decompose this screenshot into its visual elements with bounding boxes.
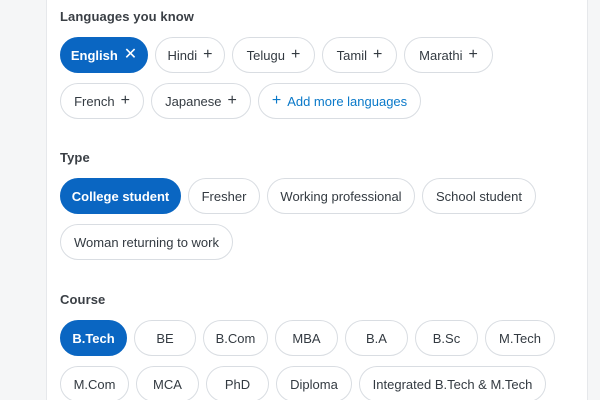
- type-chip-group: College student Fresher Working professi…: [60, 178, 580, 260]
- language-chip-hindi[interactable]: Hindi +: [155, 37, 225, 73]
- course-chip-mcom[interactable]: M.Com: [60, 366, 129, 400]
- course-chip-bsc[interactable]: B.Sc: [415, 320, 478, 356]
- type-title: Type: [60, 150, 90, 165]
- chip-label: MCA: [153, 376, 182, 392]
- course-chip-be[interactable]: BE: [134, 320, 196, 356]
- preferences-card: Languages you know English ✕ Hindi + Tel…: [46, 0, 588, 400]
- language-chip-marathi[interactable]: Marathi +: [404, 37, 493, 73]
- plus-icon: +: [203, 46, 213, 63]
- chip-label: Tamil: [336, 47, 367, 63]
- type-chip-woman-returning-to-work[interactable]: Woman returning to work: [60, 224, 233, 260]
- languages-chip-group: English ✕ Hindi + Telugu + Tamil + Marat…: [60, 37, 580, 119]
- plus-icon: +: [468, 46, 478, 63]
- add-more-languages-button[interactable]: + Add more languages: [258, 83, 421, 119]
- course-chip-phd[interactable]: PhD: [206, 366, 269, 400]
- plus-icon: +: [227, 92, 237, 109]
- type-chip-school-student[interactable]: School student: [422, 178, 536, 214]
- languages-title: Languages you know: [60, 9, 194, 24]
- type-chip-working-professional[interactable]: Working professional: [267, 178, 415, 214]
- chip-label: Marathi: [419, 47, 463, 63]
- chip-label: B.Tech: [72, 330, 115, 346]
- chip-label: English: [70, 47, 118, 63]
- chip-label: B.Com: [215, 330, 256, 346]
- type-section: Type College student Fresher Working pro…: [60, 150, 580, 260]
- course-chip-group: B.Tech BE B.Com MBA B.A B.Sc M.Tech M.Co…: [60, 320, 580, 400]
- chip-label: Fresher: [201, 188, 247, 204]
- language-chip-telugu[interactable]: Telugu +: [232, 37, 315, 73]
- chip-label: College student: [71, 188, 170, 204]
- chip-label: Integrated B.Tech & M.Tech: [372, 376, 533, 392]
- chip-label: Japanese: [165, 93, 222, 109]
- chip-label: BE: [156, 330, 174, 346]
- plus-icon: +: [290, 46, 301, 63]
- chip-label: B.A: [366, 330, 387, 346]
- plus-icon: +: [120, 92, 130, 109]
- plus-icon: +: [271, 92, 282, 109]
- language-chip-tamil[interactable]: Tamil +: [322, 37, 397, 73]
- chip-label: Working professional: [280, 188, 402, 204]
- type-chip-college-student[interactable]: College student: [60, 178, 181, 214]
- course-chip-bcom[interactable]: B.Com: [203, 320, 268, 356]
- course-chip-diploma[interactable]: Diploma: [276, 366, 352, 400]
- close-icon[interactable]: ✕: [124, 47, 137, 63]
- course-chip-mtech[interactable]: M.Tech: [485, 320, 555, 356]
- chip-label: French: [74, 93, 115, 109]
- course-title: Course: [60, 292, 106, 307]
- course-section: Course B.Tech BE B.Com MBA B.A B.Sc M.Te…: [60, 292, 580, 400]
- language-chip-english[interactable]: English ✕: [60, 37, 148, 73]
- chip-label: Woman returning to work: [74, 234, 219, 250]
- chip-label: Diploma: [290, 376, 338, 392]
- course-chip-integrated-btech-mtech[interactable]: Integrated B.Tech & M.Tech: [359, 366, 546, 400]
- chip-label: School student: [436, 188, 523, 204]
- course-chip-ba[interactable]: B.A: [345, 320, 408, 356]
- type-chip-fresher[interactable]: Fresher: [188, 178, 260, 214]
- plus-icon: +: [373, 46, 383, 63]
- course-chip-mca[interactable]: MCA: [136, 366, 199, 400]
- language-chip-french[interactable]: French +: [60, 83, 144, 119]
- languages-section: Languages you know English ✕ Hindi + Tel…: [60, 9, 580, 119]
- chip-label: M.Tech: [499, 330, 541, 346]
- course-chip-mba[interactable]: MBA: [275, 320, 338, 356]
- chip-label: B.Sc: [432, 330, 461, 346]
- chip-label: PhD: [224, 376, 251, 392]
- add-more-languages-label: Add more languages: [287, 93, 408, 109]
- chip-label: MBA: [292, 330, 321, 346]
- course-chip-btech[interactable]: B.Tech: [60, 320, 127, 356]
- chip-label: Hindi: [167, 47, 198, 63]
- language-chip-japanese[interactable]: Japanese +: [151, 83, 251, 119]
- chip-label: Telugu: [246, 47, 285, 63]
- chip-label: M.Com: [73, 376, 116, 392]
